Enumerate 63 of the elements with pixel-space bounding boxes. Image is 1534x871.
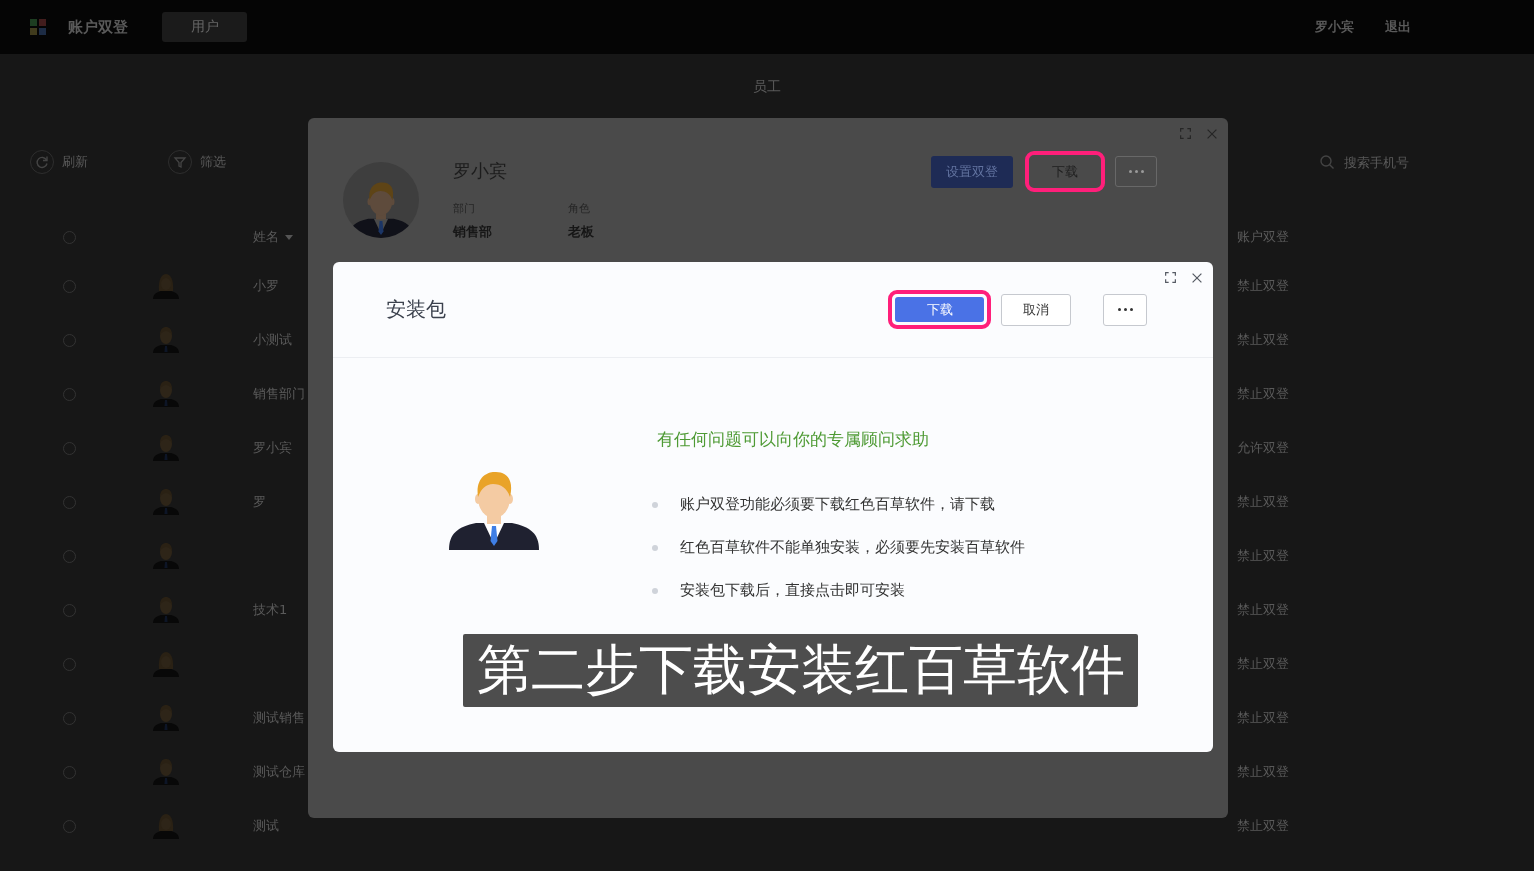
close-icon[interactable]: [1192, 272, 1202, 283]
tip-text: 红色百草软件不能单独安装，必须要先安装百草软件: [680, 538, 1025, 557]
app-logo-icon: [30, 19, 46, 35]
filter-icon: [168, 150, 192, 174]
table-cell: 测试销售: [253, 709, 305, 727]
table-cell: 禁止双登: [1237, 331, 1289, 349]
table-cell: 禁止双登: [1237, 709, 1289, 727]
table-cell: 禁止双登: [1237, 277, 1289, 295]
table-cell: 测试: [253, 817, 279, 835]
app-title: 账户双登: [68, 17, 128, 37]
tip-text: 账户双登功能必须要下载红色百草软件，请下载: [680, 495, 995, 514]
person-avatar-icon: [153, 705, 179, 731]
more-button[interactable]: [1115, 156, 1157, 187]
search-field[interactable]: 搜索手机号: [1320, 154, 1434, 170]
subtitle-caption: 第二步下载安装红百草软件: [463, 634, 1138, 707]
search-icon: [1320, 155, 1334, 169]
table-cell: 罗小宾: [253, 439, 292, 457]
table-cell: 测试仓库: [253, 763, 305, 781]
person-avatar-icon: [153, 435, 179, 461]
refresh-icon: [30, 150, 54, 174]
dialog-title: 安装包: [386, 296, 446, 323]
user-name[interactable]: 罗小宾: [1315, 18, 1354, 36]
person-avatar-icon: [153, 597, 179, 623]
table-cell: 禁止双登: [1237, 547, 1289, 565]
set-dual-login-button[interactable]: 设置双登: [931, 155, 1013, 188]
page-title: 员工: [753, 78, 781, 96]
logout-link[interactable]: 退出: [1385, 18, 1411, 36]
table-cell: 禁止双登: [1237, 601, 1289, 619]
table-cell: 禁止双登: [1237, 655, 1289, 673]
tip-text: 安装包下载后，直接点击即可安装: [680, 581, 905, 600]
table-cell: 允许双登: [1237, 439, 1289, 457]
bullet-icon: [652, 501, 658, 508]
sort-caret-icon[interactable]: [285, 234, 293, 240]
column-header[interactable]: 姓名: [253, 228, 279, 246]
column-header[interactable]: 账户双登: [1237, 228, 1289, 246]
more-icon: [1117, 308, 1133, 311]
refresh-button[interactable]: 刷新: [30, 150, 88, 174]
table-cell: 禁止双登: [1237, 493, 1289, 511]
download-button[interactable]: 下载: [895, 297, 984, 322]
bullet-icon: [652, 544, 658, 551]
more-icon: [1128, 170, 1144, 173]
person-avatar-icon: [153, 759, 179, 785]
nav-tab[interactable]: 用户: [162, 12, 247, 42]
filter-button[interactable]: 筛选: [168, 150, 226, 174]
table-cell: 技术1: [253, 601, 288, 619]
more-button[interactable]: [1103, 293, 1147, 326]
person-avatar-icon: [153, 273, 179, 299]
table-cell: 小测试: [253, 331, 292, 349]
expand-icon[interactable]: [1165, 272, 1176, 283]
table-cell: 罗: [253, 493, 266, 511]
table-cell: 禁止双登: [1237, 763, 1289, 781]
table-cell: 禁止双登: [1237, 385, 1289, 403]
cancel-button[interactable]: 取消: [1001, 293, 1071, 326]
table-cell: 禁止双登: [1237, 817, 1289, 835]
person-avatar-icon: [153, 651, 179, 677]
person-avatar-icon: [153, 813, 179, 839]
help-notice: 有任何问题可以向你的专属顾问求助: [656, 428, 930, 451]
person-avatar-icon: [153, 381, 179, 407]
person-avatar-icon: [153, 543, 179, 569]
person-avatar-icon: [153, 489, 179, 515]
person-avatar-icon: [153, 327, 179, 353]
table-cell: 小罗: [253, 277, 279, 295]
bullet-icon: [652, 587, 658, 594]
